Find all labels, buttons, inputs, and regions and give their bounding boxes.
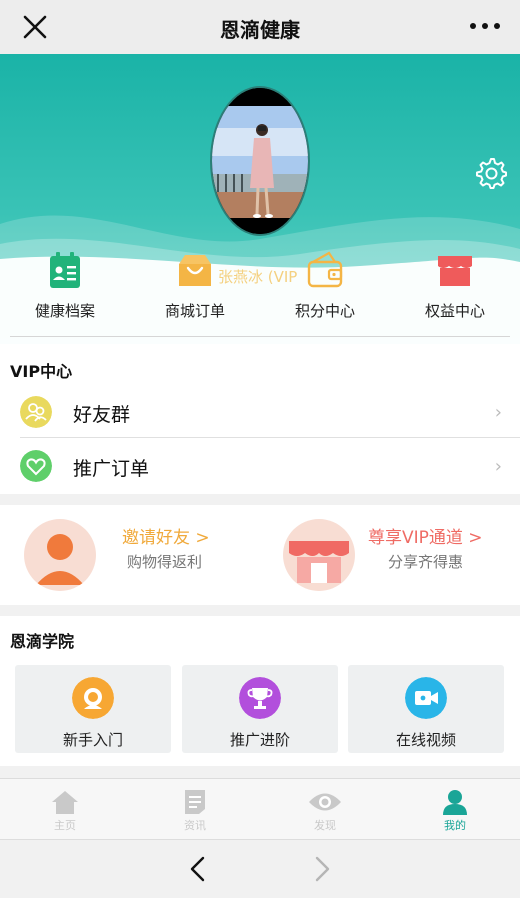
quick-shop-order[interactable]: 商城订单 <box>130 244 260 334</box>
academy-section: 恩滴学院 新手入门 推广进阶 在线视频 <box>0 616 520 766</box>
tab-home[interactable]: 主页 <box>0 779 130 839</box>
quick-label: 积分中心 <box>294 302 355 320</box>
health-record-icon <box>50 252 80 288</box>
quick-health-record[interactable]: 健康档案 <box>0 244 130 334</box>
vip-item-friends-group[interactable]: 好友群 › <box>0 386 520 438</box>
chevron-right-icon: › <box>494 456 502 477</box>
quick-actions: 健康档案 商城订单 积分中心 权益中心 <box>0 244 520 334</box>
wallet-icon <box>307 251 343 288</box>
vip-item-label: 推广订单 <box>73 458 150 480</box>
bottom-tab-bar: 主页 资讯 发现 我的 <box>0 778 520 839</box>
title-bar: 恩滴健康 <box>0 0 520 54</box>
tab-discover[interactable]: 发现 <box>260 779 390 839</box>
academy-card-video[interactable]: 在线视频 <box>348 665 504 753</box>
invite-friend-subtitle: 购物得返利 <box>127 553 203 571</box>
document-icon <box>185 790 205 814</box>
friends-icon <box>20 396 52 428</box>
shop-order-icon <box>179 255 211 286</box>
trophy-icon <box>239 677 281 719</box>
tab-label: 发现 <box>314 819 336 832</box>
vip-item-label: 好友群 <box>73 404 131 426</box>
invite-friend-avatar-icon[interactable] <box>24 519 96 591</box>
vip-center-section: VIP中心 好友群 › 推广订单 › <box>0 344 520 494</box>
quick-label: 商城订单 <box>164 302 225 320</box>
heart-icon <box>20 450 52 482</box>
tab-mine[interactable]: 我的 <box>390 779 520 839</box>
vip-item-promotion-orders[interactable]: 推广订单 › <box>0 440 520 492</box>
eye-icon <box>309 793 341 811</box>
store-icon <box>438 256 472 286</box>
more-icon[interactable] <box>470 16 500 36</box>
promo-section: 邀请好友 > 购物得返利 尊享VIP通道 > 分享齐得惠 <box>0 505 520 605</box>
divider <box>20 437 520 438</box>
vip-channel-link[interactable]: 尊享VIP通道 > <box>368 523 483 548</box>
vip-channel-store-icon[interactable] <box>283 519 355 591</box>
invite-friend-link[interactable]: 邀请好友 > <box>122 523 210 548</box>
academy-card-advanced[interactable]: 推广进阶 <box>182 665 338 753</box>
quick-rights-center[interactable]: 权益中心 <box>390 244 520 334</box>
profile-header: 张燕冰 (VIP 健康档案 商城订单 积分中心 权益中心 <box>0 54 520 344</box>
avatar[interactable] <box>210 86 310 236</box>
settings-gear-icon[interactable] <box>474 156 508 190</box>
quick-points-center[interactable]: 积分中心 <box>260 244 390 334</box>
tab-news[interactable]: 资讯 <box>130 779 260 839</box>
user-icon <box>443 790 467 815</box>
section-title: VIP中心 <box>10 362 73 381</box>
back-arrow-icon[interactable] <box>186 854 210 884</box>
home-icon <box>52 791 78 814</box>
tab-label: 主页 <box>54 819 76 832</box>
newbie-icon <box>72 677 114 719</box>
video-icon <box>405 677 447 719</box>
tab-label: 我的 <box>444 819 466 832</box>
quick-label: 健康档案 <box>34 302 95 320</box>
academy-card-label: 在线视频 <box>395 731 456 749</box>
forward-arrow-icon[interactable] <box>310 854 334 884</box>
page-title: 恩滴健康 <box>220 18 300 42</box>
chevron-right-icon: › <box>494 402 502 423</box>
academy-card-newbie[interactable]: 新手入门 <box>15 665 171 753</box>
academy-card-label: 新手入门 <box>62 731 123 749</box>
quick-label: 权益中心 <box>424 302 485 320</box>
vip-channel-subtitle: 分享齐得惠 <box>388 553 464 571</box>
browser-nav-bar <box>0 839 520 898</box>
tab-label: 资讯 <box>184 819 206 832</box>
section-title: 恩滴学院 <box>10 632 75 651</box>
academy-card-label: 推广进阶 <box>229 731 290 749</box>
divider <box>10 336 510 337</box>
